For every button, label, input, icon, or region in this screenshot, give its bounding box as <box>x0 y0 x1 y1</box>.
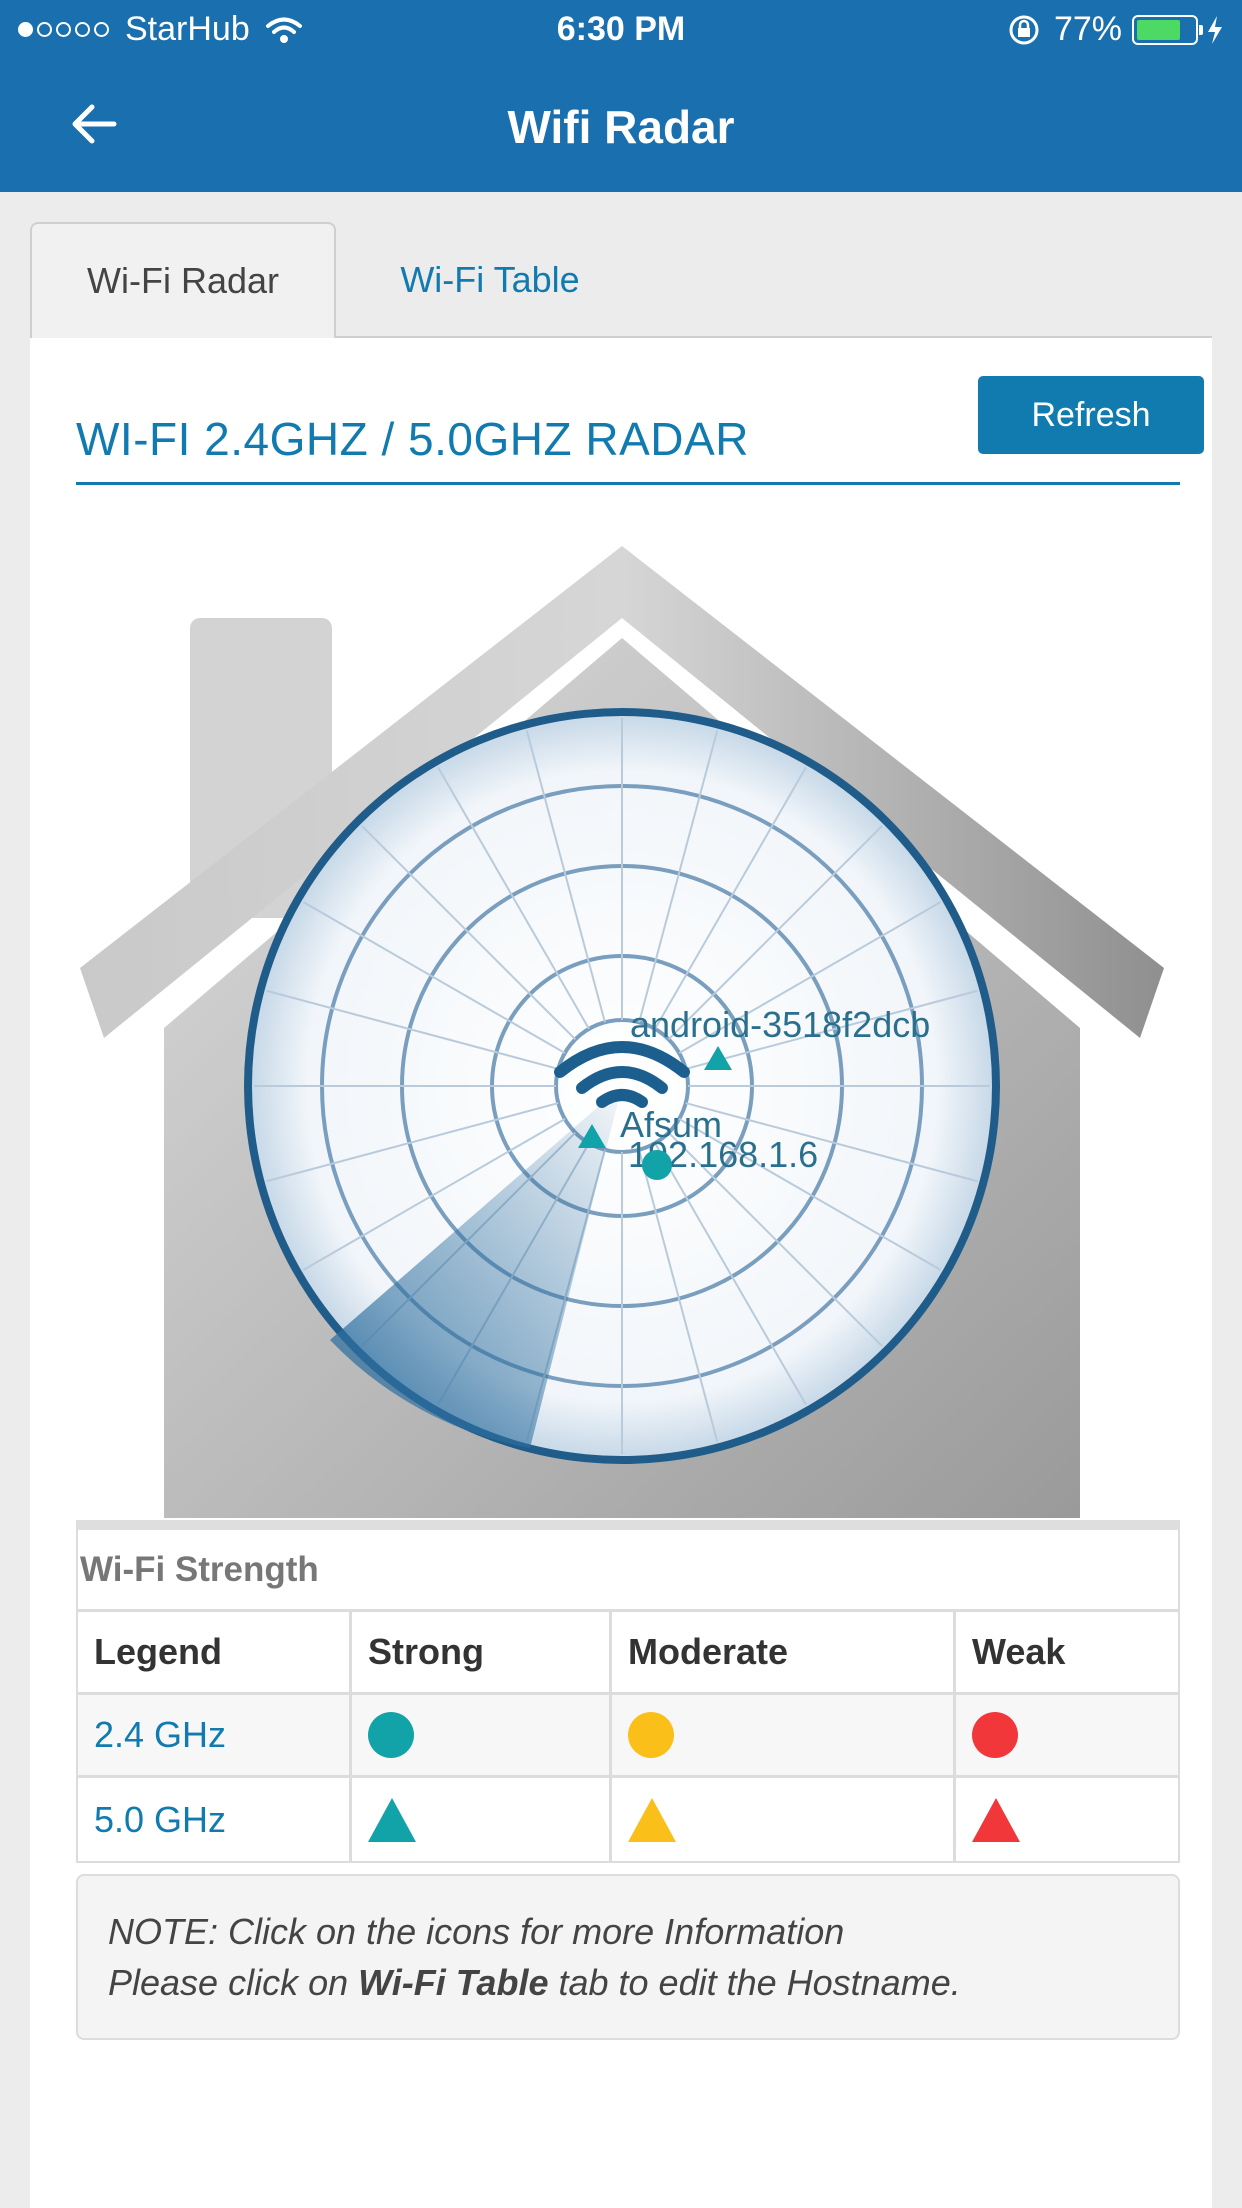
battery-icon <box>1132 14 1203 45</box>
legend-band: 5.0 GHz <box>78 1778 352 1861</box>
battery-fill <box>1137 19 1181 40</box>
legend-header-row: Legend Strong Moderate Weak <box>78 1612 1178 1695</box>
moderate-triangle-icon <box>628 1797 676 1842</box>
radar-area: android-3518f2dcb Afsum 192.168.1.6 <box>30 508 1212 1528</box>
device-label[interactable]: android-3518f2dcb <box>630 1004 930 1046</box>
tab-wifi-radar[interactable]: Wi-Fi Radar <box>30 222 336 338</box>
status-bar: StarHub 6:30 PM 77% <box>0 0 1242 62</box>
radar-house-illustration <box>80 546 1164 1528</box>
note-line-1: NOTE: Click on the icons for more Inform… <box>108 1911 845 1952</box>
legend-row-2-4ghz: 2.4 GHz <box>78 1695 1178 1778</box>
legend-cell <box>956 1695 1176 1775</box>
section-divider <box>76 482 1180 485</box>
device-marker-triangle[interactable] <box>704 1046 732 1070</box>
wifi-strength-legend: Wi-Fi Strength Legend Strong Moderate We… <box>76 1520 1180 1863</box>
refresh-button[interactable]: Refresh <box>978 376 1204 454</box>
legend-header: Legend <box>78 1612 352 1692</box>
legend-band: 2.4 GHz <box>78 1695 352 1775</box>
note-text: tab to edit the Hostname. <box>548 1962 961 2003</box>
charging-bolt-icon <box>1208 15 1222 44</box>
weak-circle-icon <box>972 1712 1018 1758</box>
legend-cell <box>352 1695 612 1775</box>
page-title: Wifi Radar <box>507 101 735 153</box>
legend-cell <box>352 1778 612 1861</box>
weak-triangle-icon <box>972 1797 1020 1842</box>
app-header: StarHub 6:30 PM 77% Wifi Radar <box>0 0 1242 192</box>
legend-header: Weak <box>972 1631 1066 1672</box>
status-right: 77% <box>1008 10 1224 49</box>
legend-header: Strong <box>352 1612 612 1692</box>
legend-header: Moderate <box>612 1612 956 1692</box>
legend-cell <box>612 1695 956 1775</box>
section-title: WI-FI 2.4GHZ / 5.0GHZ RADAR <box>76 413 749 465</box>
strong-triangle-icon <box>368 1797 416 1842</box>
legend-cell <box>956 1778 1176 1861</box>
rotation-lock-icon <box>1009 15 1039 44</box>
tab-wifi-table[interactable]: Wi-Fi Table <box>340 222 640 338</box>
battery-percent: 77% <box>1053 10 1122 48</box>
device-marker-triangle[interactable] <box>578 1124 606 1148</box>
moderate-circle-icon <box>628 1712 674 1758</box>
note-text: Please click on <box>108 1962 359 2003</box>
strong-circle-icon <box>368 1712 414 1758</box>
note-bold: Wi-Fi Table <box>358 1962 549 2003</box>
legend-title: Wi-Fi Strength <box>78 1530 1178 1612</box>
info-note: NOTE: Click on the icons for more Inform… <box>76 1874 1180 2040</box>
legend-cell <box>612 1778 956 1861</box>
device-marker-circle[interactable] <box>642 1150 672 1180</box>
radar-card: WI-FI 2.4GHZ / 5.0GHZ RADAR Refresh andr… <box>30 336 1212 2208</box>
legend-row-5-0ghz: 5.0 GHz <box>78 1778 1178 1861</box>
note-line-2: Please click on Wi-Fi Table tab to edit … <box>108 1957 1148 2008</box>
